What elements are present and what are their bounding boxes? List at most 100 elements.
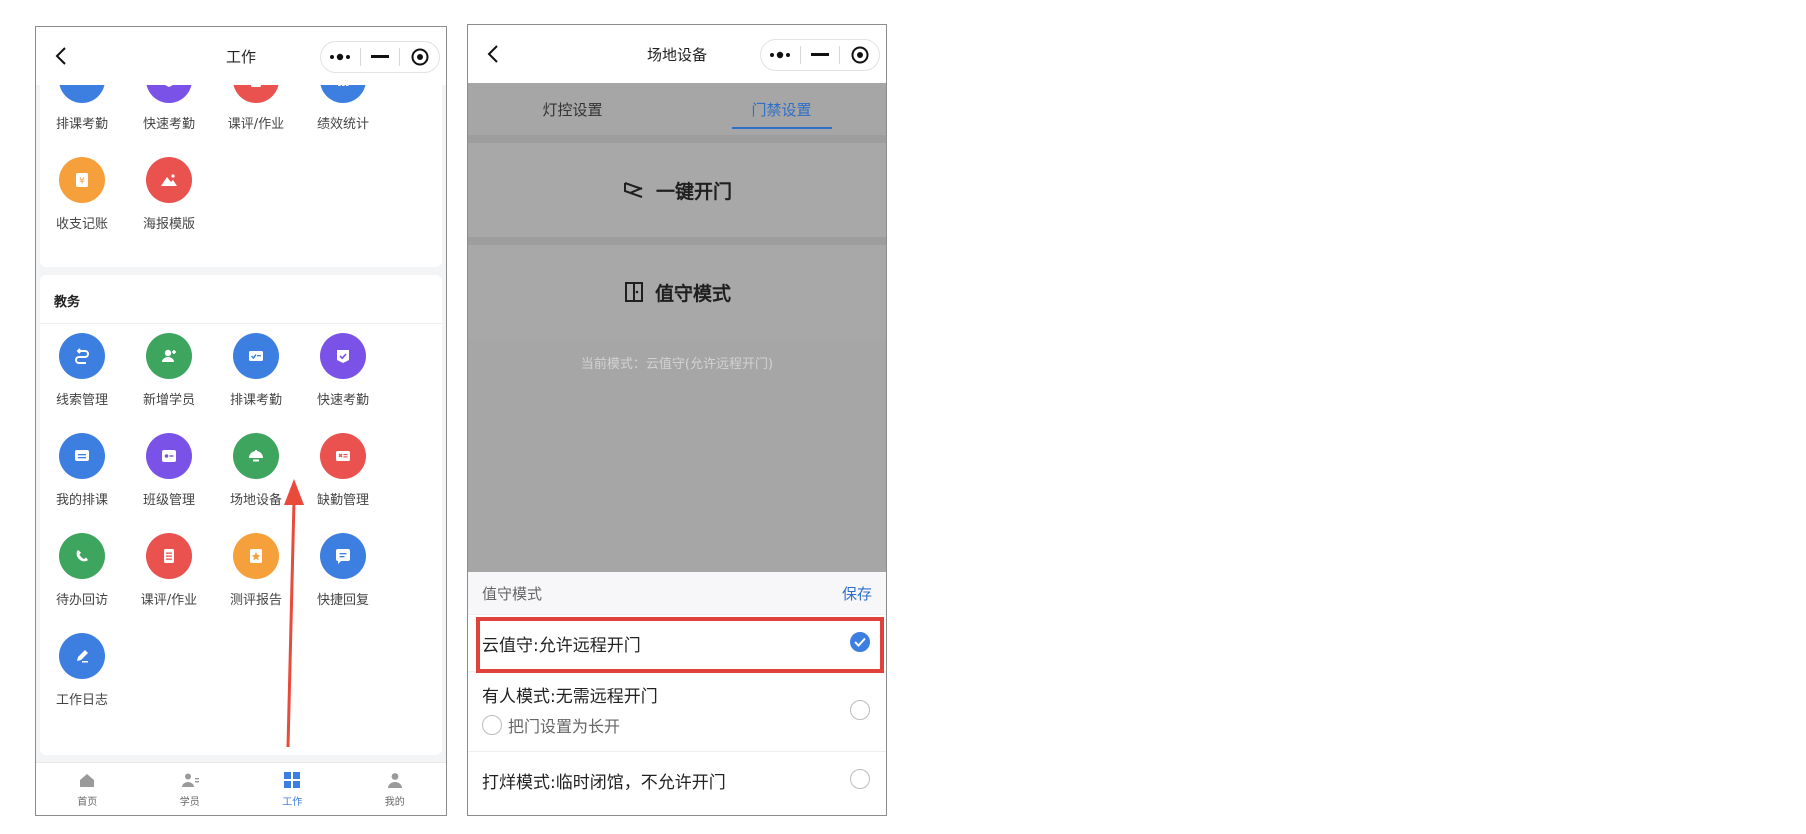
close-target-icon[interactable] (400, 42, 439, 72)
tab-work-grid[interactable]: 工作 (241, 763, 344, 815)
grid-item-label: 排课考勤 (229, 393, 282, 408)
grid-item-label: 收支记账 (55, 217, 108, 232)
tab-home[interactable]: 首页 (36, 763, 139, 815)
grid-item-quick-check[interactable]: 快速考勤 (293, 333, 393, 408)
section-title: 教务 (54, 295, 81, 310)
schedule-check-icon (233, 333, 279, 379)
dimmed-background: 灯控设置 门禁设置 一键开门 值守模式 当前模式：云值守(允许远程开门) (468, 83, 886, 572)
option-cloud-guard[interactable]: 云值守:允许远程开门 (468, 615, 886, 672)
option-label: 云值守:允许远程开门 (482, 635, 641, 656)
mini-program-capsule (760, 39, 880, 71)
yuan-ledger-icon: ¥ (59, 157, 105, 203)
tab-label: 工作 (282, 797, 303, 808)
checked-radio-icon[interactable] (850, 632, 870, 652)
option-staffed-mode[interactable]: 有人模式:无需远程开门 把门设置为长开 (468, 672, 886, 752)
nav-bar: 工作 (36, 27, 446, 85)
radio-icon[interactable] (850, 769, 870, 789)
grid-item-label: 待办回访 (55, 593, 108, 608)
settings-tabs: 灯控设置 门禁设置 (468, 83, 886, 135)
grid-item-review-list[interactable]: 课评/作业 (119, 533, 219, 608)
door-icon (623, 281, 645, 303)
grid-item-label: 线索管理 (55, 393, 108, 408)
grid-item-label: 海报模版 (142, 217, 195, 232)
minimize-icon[interactable] (361, 42, 400, 72)
minimize-icon[interactable] (801, 40, 840, 70)
one-key-open-button[interactable]: 一键开门 (468, 143, 886, 237)
annotation-arrow (284, 479, 304, 748)
tab-light-control[interactable]: 灯控设置 (468, 83, 677, 135)
tab-access-control[interactable]: 门禁设置 (677, 83, 886, 135)
profile-icon (387, 773, 402, 788)
grid-item-class-card[interactable]: 班级管理 (119, 433, 219, 508)
grid-item-yuan-ledger[interactable]: ¥ 收支记账 (36, 157, 132, 232)
sub-option-keep-open[interactable]: 把门设置为长开 (482, 713, 872, 737)
poster-image-icon (146, 157, 192, 203)
grid-item-absence[interactable]: 缺勤管理 (293, 433, 393, 508)
tab-label: 我的 (384, 797, 405, 808)
common-tools-card: 排课考勤 快速考勤 课评/作业 绩效统计 ¥ 收支记账 海报模版 (40, 57, 442, 267)
close-target-icon[interactable] (840, 40, 879, 70)
radio-icon[interactable] (850, 700, 870, 720)
work-page-phone: 工作 排课考勤 快速考勤 课评/作业 绩效统计 ¥ 收支记账 海报模版 教务 线… (35, 26, 447, 816)
more-dots-icon[interactable] (761, 40, 800, 70)
more-dots-icon[interactable] (321, 42, 360, 72)
current-mode-text: 当前模式：云值守(允许远程开门) (580, 357, 774, 372)
grid-item-label: 快速考勤 (142, 117, 195, 132)
grid-item-quick-reply[interactable]: 快捷回复 (293, 533, 393, 608)
grid-item-label: 工作日志 (55, 693, 108, 708)
sheet-title: 值守模式 (482, 584, 543, 603)
quick-reply-icon (320, 533, 366, 579)
work-log-icon (59, 633, 105, 679)
option-label: 有人模式:无需远程开门 (482, 687, 658, 707)
grid-item-leads[interactable]: 线索管理 (36, 333, 132, 408)
mini-program-capsule (320, 41, 440, 73)
svg-text:¥: ¥ (79, 177, 85, 187)
grid-item-label: 快速考勤 (316, 393, 369, 408)
grid-item-label: 课评/作业 (227, 117, 285, 132)
page-title: 场地设备 (646, 45, 707, 64)
grid-item-label: 我的排课 (55, 493, 108, 508)
absence-icon (320, 433, 366, 479)
option-label: 打烊模式:临时闭馆，不允许开门 (482, 772, 726, 793)
grid-item-label: 缺勤管理 (316, 493, 369, 508)
grid-item-label: 绩效统计 (316, 117, 369, 132)
nav-bar: 场地设备 (468, 25, 886, 83)
phone-callback-icon (59, 533, 105, 579)
grid-item-label: 班级管理 (142, 493, 195, 508)
students-icon (181, 773, 199, 787)
grid-item-label: 快捷回复 (316, 593, 369, 608)
quick-check-icon (320, 333, 366, 379)
guard-mode-button[interactable]: 值守模式 (468, 245, 886, 339)
option-closed-mode[interactable]: 打烊模式:临时闭馆，不允许开门 (468, 752, 886, 808)
grid-item-phone-callback[interactable]: 待办回访 (36, 533, 132, 608)
sub-option-label: 把门设置为长开 (508, 717, 621, 736)
tab-label: 首页 (77, 797, 98, 808)
grid-item-my-schedule[interactable]: 我的排课 (36, 433, 132, 508)
grid-item-schedule-check[interactable]: 排课考勤 (206, 333, 306, 408)
class-card-icon (146, 433, 192, 479)
academic-card: 教务 线索管理 新增学员 排课考勤 快速考勤 我的排课 班级管理 场地设备 缺勤… (40, 275, 442, 755)
venue-device-phone: 场地设备 灯控设置 门禁设置 一键开门 值守模式 当前模式：云值守(允许远程开门… (467, 24, 887, 816)
grid-item-work-log[interactable]: 工作日志 (36, 633, 132, 708)
sheet-header: 值守模式 保存 (468, 572, 886, 615)
leads-icon (59, 333, 105, 379)
back-chevron-icon[interactable] (46, 41, 76, 71)
tab-label: 学员 (179, 797, 200, 808)
work-grid-icon (284, 772, 301, 788)
bottom-tab-bar: 首页 学员 工作 我的 (36, 762, 446, 815)
door-open-icon (622, 179, 646, 201)
radio-icon[interactable] (482, 715, 502, 735)
one-key-open-label: 一键开门 (655, 180, 732, 203)
tab-students[interactable]: 学员 (139, 763, 242, 815)
save-button[interactable]: 保存 (842, 583, 872, 604)
back-chevron-icon[interactable] (478, 39, 508, 69)
guard-mode-label: 值守模式 (654, 282, 731, 305)
page-title: 工作 (225, 47, 256, 66)
grid-item-poster-image[interactable]: 海报模版 (119, 157, 219, 232)
grid-item-label: 课评/作业 (140, 593, 198, 608)
tab-profile[interactable]: 我的 (344, 763, 447, 815)
grid-item-add-student[interactable]: 新增学员 (119, 333, 219, 408)
guard-mode-sheet: 值守模式 保存 云值守:允许远程开门 有人模式:无需远程开门 把门设置为长开 打… (468, 572, 886, 815)
grid-item-label: 新增学员 (142, 393, 195, 408)
grid-item-label: 排课考勤 (55, 117, 108, 132)
